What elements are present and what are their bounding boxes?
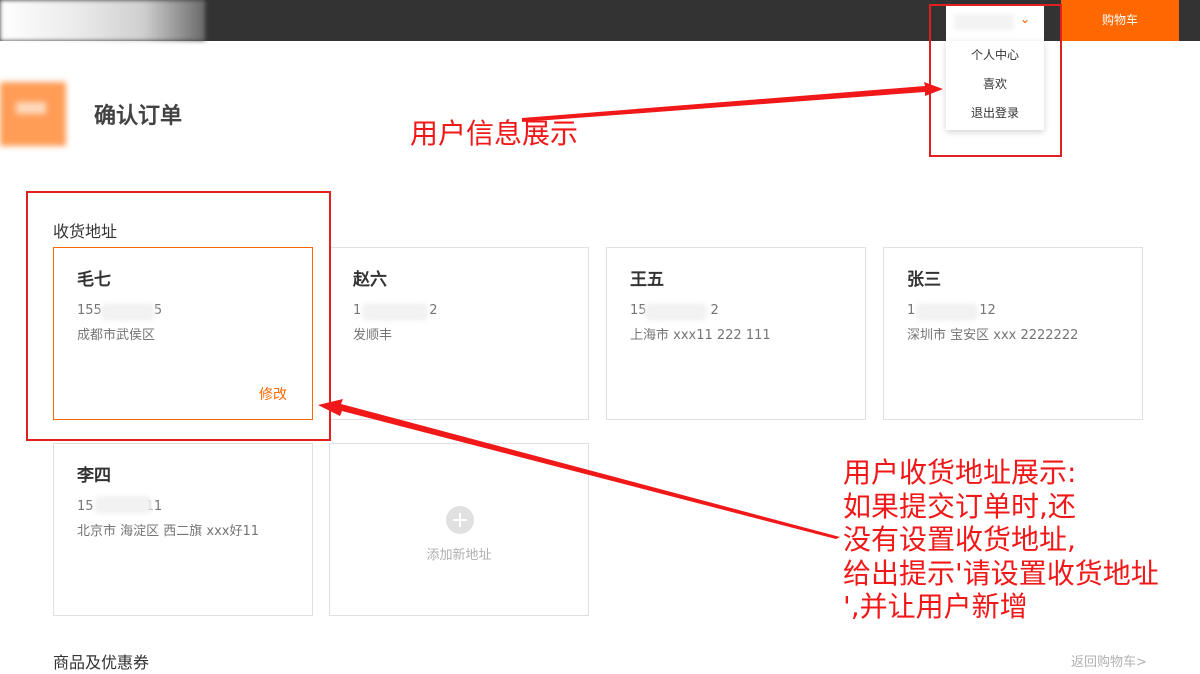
annotation-line: ',并让用户新增 (843, 590, 1028, 624)
annotation-line: 没有设置收货地址, (843, 523, 1076, 557)
annotation-user-info: 用户信息展示 (410, 117, 579, 150)
arrow-to-user-menu (522, 82, 943, 122)
arrow-to-address-card (318, 399, 840, 539)
annotation-line: 如果提交订单时,还 (843, 489, 1076, 523)
annotation-line: 给出提示'请设置收货地址 (843, 556, 1159, 590)
annotation-address-note: 用户收货地址展示: 如果提交订单时,还 没有设置收货地址, 给出提示'请设置收货… (843, 456, 1159, 624)
annotation-line: 用户收货地址展示: (843, 456, 1077, 489)
